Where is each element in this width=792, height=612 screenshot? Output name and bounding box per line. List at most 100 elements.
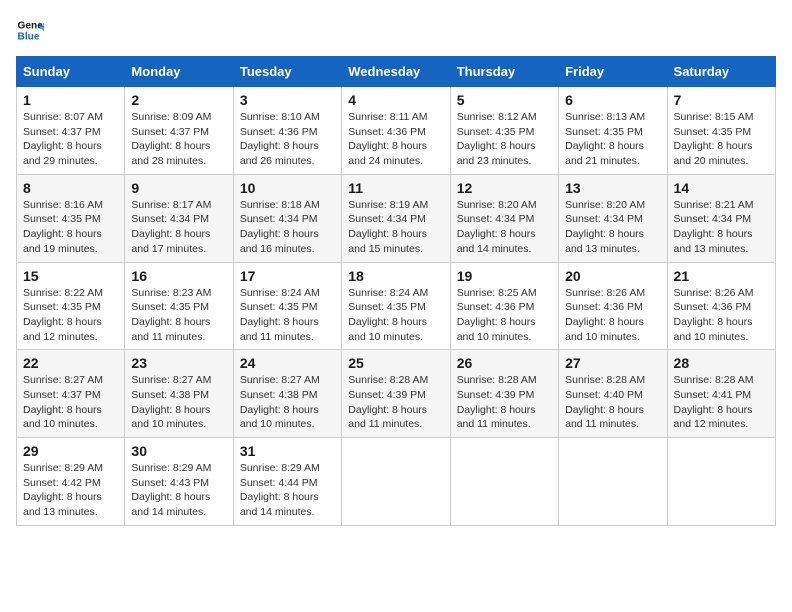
day-info: Sunrise: 8:17 AM Sunset: 4:34 PM Dayligh…: [131, 198, 226, 257]
daylight-label: Daylight: 8 hours and 12 minutes.: [23, 316, 102, 343]
day-info: Sunrise: 8:26 AM Sunset: 4:36 PM Dayligh…: [565, 286, 660, 345]
day-number: 30: [131, 443, 226, 459]
day-number: 3: [240, 92, 335, 108]
day-number: 5: [457, 92, 552, 108]
page-header: General Blue: [16, 16, 776, 44]
sunrise-label: Sunrise: 8:29 AM: [23, 462, 103, 474]
day-info: Sunrise: 8:24 AM Sunset: 4:35 PM Dayligh…: [240, 286, 335, 345]
sunset-label: Sunset: 4:35 PM: [565, 126, 643, 138]
sunrise-label: Sunrise: 8:16 AM: [23, 199, 103, 211]
calendar-table: SundayMondayTuesdayWednesdayThursdayFrid…: [16, 56, 776, 526]
sunrise-label: Sunrise: 8:27 AM: [23, 374, 103, 386]
sunrise-label: Sunrise: 8:28 AM: [348, 374, 428, 386]
sunrise-label: Sunrise: 8:23 AM: [131, 287, 211, 299]
sunset-label: Sunset: 4:35 PM: [457, 126, 535, 138]
calendar-cell: 7 Sunrise: 8:15 AM Sunset: 4:35 PM Dayli…: [667, 87, 775, 175]
calendar-cell: 26 Sunrise: 8:28 AM Sunset: 4:39 PM Dayl…: [450, 350, 558, 438]
day-number: 23: [131, 355, 226, 371]
daylight-label: Daylight: 8 hours and 13 minutes.: [565, 228, 644, 255]
sunset-label: Sunset: 4:35 PM: [348, 301, 426, 313]
day-number: 18: [348, 268, 443, 284]
day-number: 24: [240, 355, 335, 371]
sunset-label: Sunset: 4:39 PM: [348, 389, 426, 401]
calendar-cell: 31 Sunrise: 8:29 AM Sunset: 4:44 PM Dayl…: [233, 438, 341, 526]
daylight-label: Daylight: 8 hours and 13 minutes.: [674, 228, 753, 255]
sunset-label: Sunset: 4:34 PM: [240, 213, 318, 225]
sunrise-label: Sunrise: 8:27 AM: [131, 374, 211, 386]
sunset-label: Sunset: 4:35 PM: [23, 301, 101, 313]
sunset-label: Sunset: 4:39 PM: [457, 389, 535, 401]
day-info: Sunrise: 8:25 AM Sunset: 4:36 PM Dayligh…: [457, 286, 552, 345]
day-info: Sunrise: 8:13 AM Sunset: 4:35 PM Dayligh…: [565, 110, 660, 169]
sunset-label: Sunset: 4:34 PM: [131, 213, 209, 225]
calendar-cell: 8 Sunrise: 8:16 AM Sunset: 4:35 PM Dayli…: [17, 174, 125, 262]
calendar-cell: 24 Sunrise: 8:27 AM Sunset: 4:38 PM Dayl…: [233, 350, 341, 438]
column-header-wednesday: Wednesday: [342, 57, 450, 87]
day-info: Sunrise: 8:20 AM Sunset: 4:34 PM Dayligh…: [565, 198, 660, 257]
sunset-label: Sunset: 4:43 PM: [131, 477, 209, 489]
sunrise-label: Sunrise: 8:26 AM: [565, 287, 645, 299]
calendar-cell: 18 Sunrise: 8:24 AM Sunset: 4:35 PM Dayl…: [342, 262, 450, 350]
day-number: 25: [348, 355, 443, 371]
calendar-cell: 17 Sunrise: 8:24 AM Sunset: 4:35 PM Dayl…: [233, 262, 341, 350]
sunrise-label: Sunrise: 8:25 AM: [457, 287, 537, 299]
sunrise-label: Sunrise: 8:28 AM: [457, 374, 537, 386]
day-info: Sunrise: 8:20 AM Sunset: 4:34 PM Dayligh…: [457, 198, 552, 257]
day-number: 9: [131, 180, 226, 196]
column-header-saturday: Saturday: [667, 57, 775, 87]
daylight-label: Daylight: 8 hours and 12 minutes.: [674, 404, 753, 431]
calendar-cell: [667, 438, 775, 526]
day-info: Sunrise: 8:28 AM Sunset: 4:41 PM Dayligh…: [674, 373, 769, 432]
sunrise-label: Sunrise: 8:29 AM: [240, 462, 320, 474]
day-info: Sunrise: 8:07 AM Sunset: 4:37 PM Dayligh…: [23, 110, 118, 169]
day-number: 26: [457, 355, 552, 371]
calendar-cell: 10 Sunrise: 8:18 AM Sunset: 4:34 PM Dayl…: [233, 174, 341, 262]
sunset-label: Sunset: 4:36 PM: [565, 301, 643, 313]
day-number: 4: [348, 92, 443, 108]
calendar-cell: 19 Sunrise: 8:25 AM Sunset: 4:36 PM Dayl…: [450, 262, 558, 350]
calendar-cell: 21 Sunrise: 8:26 AM Sunset: 4:36 PM Dayl…: [667, 262, 775, 350]
sunrise-label: Sunrise: 8:26 AM: [674, 287, 754, 299]
daylight-label: Daylight: 8 hours and 21 minutes.: [565, 140, 644, 167]
sunset-label: Sunset: 4:35 PM: [674, 126, 752, 138]
day-info: Sunrise: 8:24 AM Sunset: 4:35 PM Dayligh…: [348, 286, 443, 345]
calendar-cell: 23 Sunrise: 8:27 AM Sunset: 4:38 PM Dayl…: [125, 350, 233, 438]
week-row-3: 15 Sunrise: 8:22 AM Sunset: 4:35 PM Dayl…: [17, 262, 776, 350]
day-number: 21: [674, 268, 769, 284]
sunset-label: Sunset: 4:36 PM: [457, 301, 535, 313]
sunset-label: Sunset: 4:37 PM: [131, 126, 209, 138]
calendar-cell: 14 Sunrise: 8:21 AM Sunset: 4:34 PM Dayl…: [667, 174, 775, 262]
calendar-cell: 20 Sunrise: 8:26 AM Sunset: 4:36 PM Dayl…: [559, 262, 667, 350]
sunrise-label: Sunrise: 8:29 AM: [131, 462, 211, 474]
day-number: 14: [674, 180, 769, 196]
sunset-label: Sunset: 4:34 PM: [674, 213, 752, 225]
day-number: 7: [674, 92, 769, 108]
day-info: Sunrise: 8:16 AM Sunset: 4:35 PM Dayligh…: [23, 198, 118, 257]
calendar-cell: 16 Sunrise: 8:23 AM Sunset: 4:35 PM Dayl…: [125, 262, 233, 350]
daylight-label: Daylight: 8 hours and 11 minutes.: [240, 316, 319, 343]
week-row-2: 8 Sunrise: 8:16 AM Sunset: 4:35 PM Dayli…: [17, 174, 776, 262]
calendar-cell: 4 Sunrise: 8:11 AM Sunset: 4:36 PM Dayli…: [342, 87, 450, 175]
sunset-label: Sunset: 4:36 PM: [674, 301, 752, 313]
day-info: Sunrise: 8:28 AM Sunset: 4:39 PM Dayligh…: [348, 373, 443, 432]
day-info: Sunrise: 8:29 AM Sunset: 4:42 PM Dayligh…: [23, 461, 118, 520]
column-header-thursday: Thursday: [450, 57, 558, 87]
day-number: 15: [23, 268, 118, 284]
sunrise-label: Sunrise: 8:27 AM: [240, 374, 320, 386]
sunset-label: Sunset: 4:37 PM: [23, 389, 101, 401]
day-number: 10: [240, 180, 335, 196]
day-number: 1: [23, 92, 118, 108]
calendar-cell: 2 Sunrise: 8:09 AM Sunset: 4:37 PM Dayli…: [125, 87, 233, 175]
daylight-label: Daylight: 8 hours and 28 minutes.: [131, 140, 210, 167]
calendar-header-row: SundayMondayTuesdayWednesdayThursdayFrid…: [17, 57, 776, 87]
daylight-label: Daylight: 8 hours and 14 minutes.: [240, 491, 319, 518]
daylight-label: Daylight: 8 hours and 24 minutes.: [348, 140, 427, 167]
daylight-label: Daylight: 8 hours and 11 minutes.: [348, 404, 427, 431]
day-number: 17: [240, 268, 335, 284]
day-number: 8: [23, 180, 118, 196]
calendar-cell: 6 Sunrise: 8:13 AM Sunset: 4:35 PM Dayli…: [559, 87, 667, 175]
day-info: Sunrise: 8:27 AM Sunset: 4:38 PM Dayligh…: [131, 373, 226, 432]
day-number: 31: [240, 443, 335, 459]
day-info: Sunrise: 8:28 AM Sunset: 4:39 PM Dayligh…: [457, 373, 552, 432]
calendar-cell: [450, 438, 558, 526]
